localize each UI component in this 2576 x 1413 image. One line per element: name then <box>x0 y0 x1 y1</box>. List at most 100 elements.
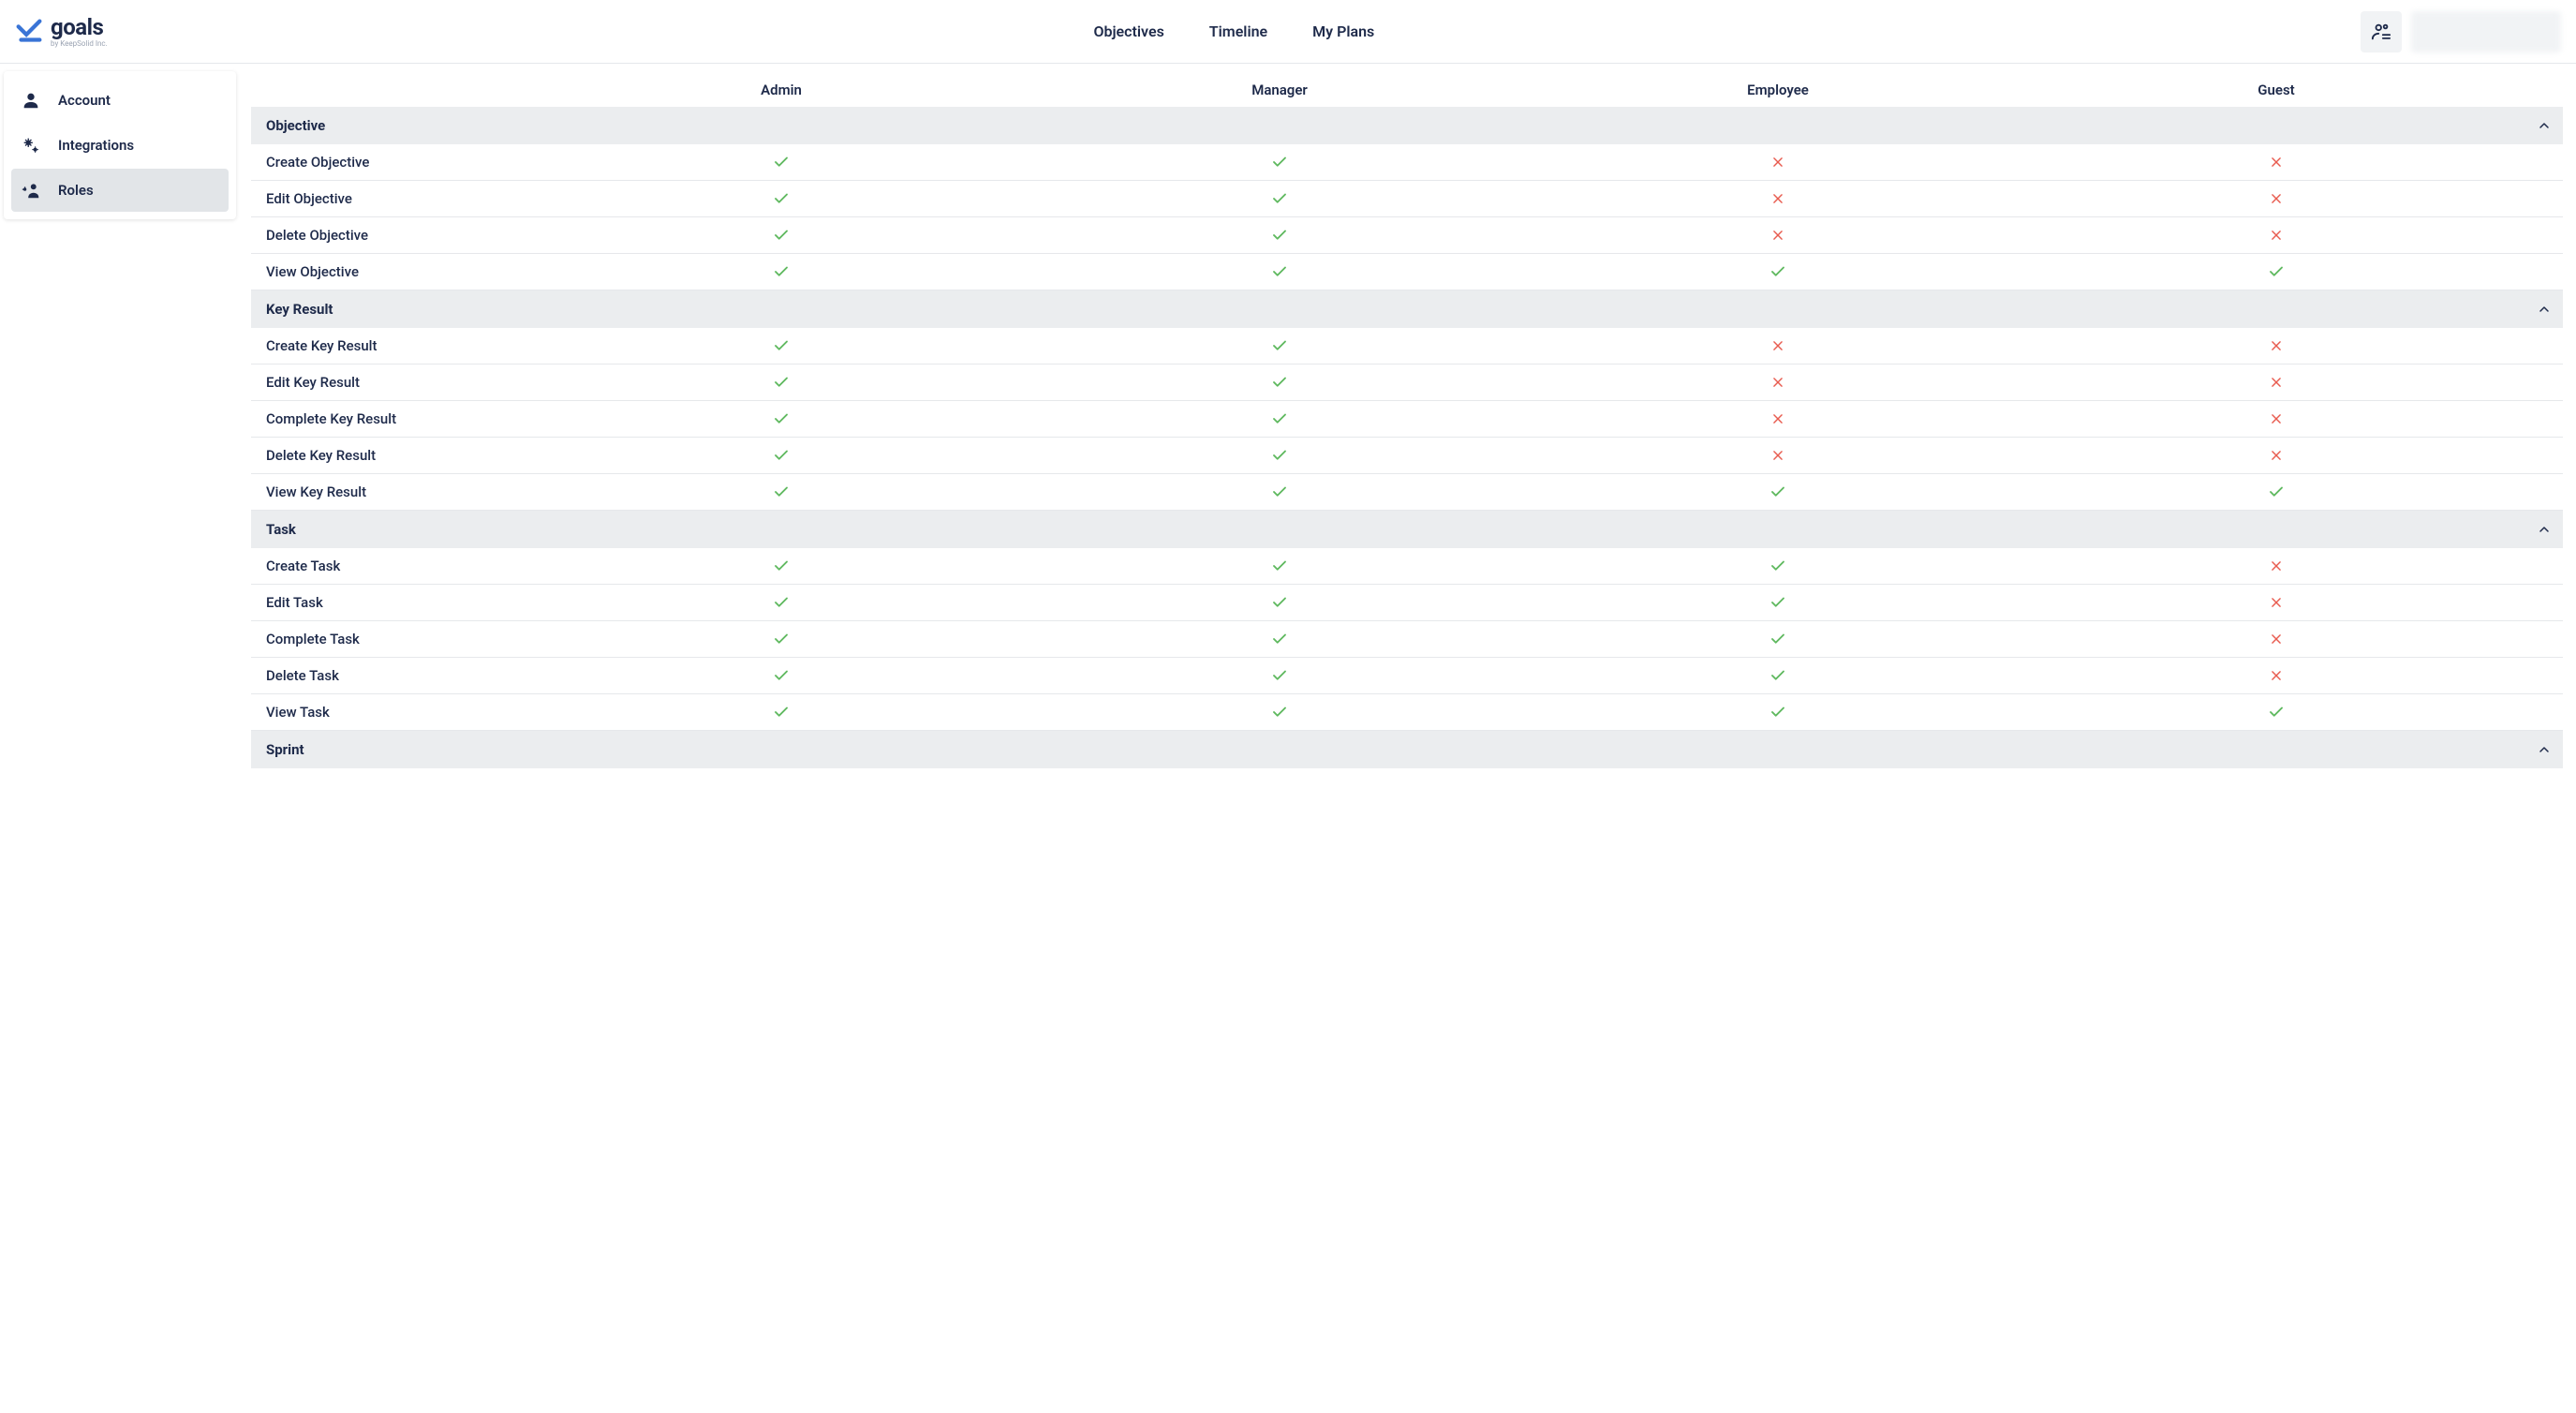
section-title: Objective <box>251 107 532 144</box>
permission-cell <box>532 658 1030 693</box>
permission-cell <box>2027 364 2525 400</box>
check-icon <box>1271 447 1288 464</box>
sidebar-item-label: Integrations <box>58 137 134 154</box>
check-icon <box>1271 190 1288 207</box>
section-header[interactable]: Sprint <box>251 731 2563 768</box>
settings-sidebar: Account Integrations Roles <box>4 71 236 219</box>
permission-cell <box>1529 621 2027 657</box>
x-icon <box>1771 339 1784 352</box>
people-settings-button[interactable] <box>2361 11 2402 52</box>
permission-label: View Key Result <box>251 474 532 510</box>
nav-timeline[interactable]: Timeline <box>1209 22 1267 40</box>
nav-my-plans[interactable]: My Plans <box>1312 22 1374 40</box>
section-collapse-toggle[interactable] <box>2525 742 2563 757</box>
gears-icon <box>21 135 41 156</box>
check-icon <box>773 631 790 647</box>
permission-row: Delete Task <box>251 658 2563 694</box>
permission-label: Create Key Result <box>251 328 532 364</box>
check-icon <box>773 447 790 464</box>
permission-label: Edit Task <box>251 585 532 620</box>
sidebar-item-integrations[interactable]: Integrations <box>11 124 229 167</box>
check-icon <box>1271 704 1288 721</box>
section-header[interactable]: Task <box>251 511 2563 548</box>
permission-row: Edit Task <box>251 585 2563 621</box>
permission-cell <box>2027 144 2525 180</box>
col-header-admin: Admin <box>532 73 1030 107</box>
section-title: Key Result <box>251 290 532 328</box>
section-collapse-toggle[interactable] <box>2525 522 2563 537</box>
check-icon <box>2268 483 2285 500</box>
check-icon <box>773 483 790 500</box>
sidebar-item-label: Account <box>58 92 111 109</box>
permission-cell <box>532 181 1030 216</box>
logo-title: goals <box>51 16 103 38</box>
permission-label: Edit Key Result <box>251 364 532 400</box>
permission-cell <box>2027 401 2525 437</box>
permission-cell <box>1529 144 2027 180</box>
permission-cell <box>1529 438 2027 473</box>
x-icon <box>2270 632 2283 646</box>
permission-row: Create Objective <box>251 144 2563 181</box>
permission-row: Complete Key Result <box>251 401 2563 438</box>
primary-nav: Objectives Timeline My Plans <box>108 22 2361 40</box>
section-collapse-toggle[interactable] <box>2525 118 2563 133</box>
check-icon <box>1271 631 1288 647</box>
section-header[interactable]: Key Result <box>251 290 2563 328</box>
x-icon <box>2270 339 2283 352</box>
check-icon <box>1271 483 1288 500</box>
sidebar-item-roles[interactable]: Roles <box>11 169 229 212</box>
section-collapse-toggle[interactable] <box>2525 302 2563 317</box>
permission-cell <box>1030 438 1529 473</box>
check-icon <box>1271 667 1288 684</box>
col-header-guest: Guest <box>2027 73 2525 107</box>
permission-cell <box>532 548 1030 584</box>
nav-objectives[interactable]: Objectives <box>1093 22 1163 40</box>
check-icon <box>773 410 790 427</box>
permission-cell <box>1529 181 2027 216</box>
permission-label: Delete Task <box>251 658 532 693</box>
permission-label: View Task <box>251 694 532 730</box>
section-header[interactable]: Objective <box>251 107 2563 144</box>
permission-cell <box>532 401 1030 437</box>
chevron-up-icon <box>2537 302 2552 317</box>
permission-cell <box>532 438 1030 473</box>
permission-cell <box>1030 328 1529 364</box>
permission-cell <box>2027 438 2525 473</box>
permission-cell <box>2027 217 2525 253</box>
check-icon <box>773 263 790 280</box>
permission-cell <box>2027 474 2525 510</box>
check-icon <box>773 594 790 611</box>
profile-menu[interactable] <box>2411 11 2561 52</box>
logo-subtitle: by KeepSolid Inc. <box>51 40 108 48</box>
permission-cell <box>532 364 1030 400</box>
check-icon <box>1769 263 1786 280</box>
permission-cell <box>1030 548 1529 584</box>
x-icon <box>2270 412 2283 425</box>
x-icon <box>2270 156 2283 169</box>
sidebar-item-account[interactable]: Account <box>11 79 229 122</box>
permission-cell <box>2027 181 2525 216</box>
permission-row: Edit Objective <box>251 181 2563 217</box>
permission-cell <box>1030 217 1529 253</box>
permission-cell <box>1529 658 2027 693</box>
permission-cell <box>2027 548 2525 584</box>
permission-row: Delete Key Result <box>251 438 2563 474</box>
permission-cell <box>1529 254 2027 290</box>
nav-right <box>2361 11 2561 52</box>
x-icon <box>1771 449 1784 462</box>
logo[interactable]: goals by KeepSolid Inc. <box>11 16 108 48</box>
check-icon <box>1271 558 1288 574</box>
col-header-employee: Employee <box>1529 73 2027 107</box>
permission-label: Delete Key Result <box>251 438 532 473</box>
permission-cell <box>1529 328 2027 364</box>
check-icon <box>773 374 790 391</box>
permission-cell <box>1030 474 1529 510</box>
check-icon <box>1769 558 1786 574</box>
x-icon <box>2270 449 2283 462</box>
permission-cell <box>1030 621 1529 657</box>
permission-cell <box>1030 658 1529 693</box>
permission-cell <box>2027 254 2525 290</box>
permission-cell <box>1030 254 1529 290</box>
logo-mark-icon <box>13 16 45 48</box>
chevron-up-icon <box>2537 742 2552 757</box>
